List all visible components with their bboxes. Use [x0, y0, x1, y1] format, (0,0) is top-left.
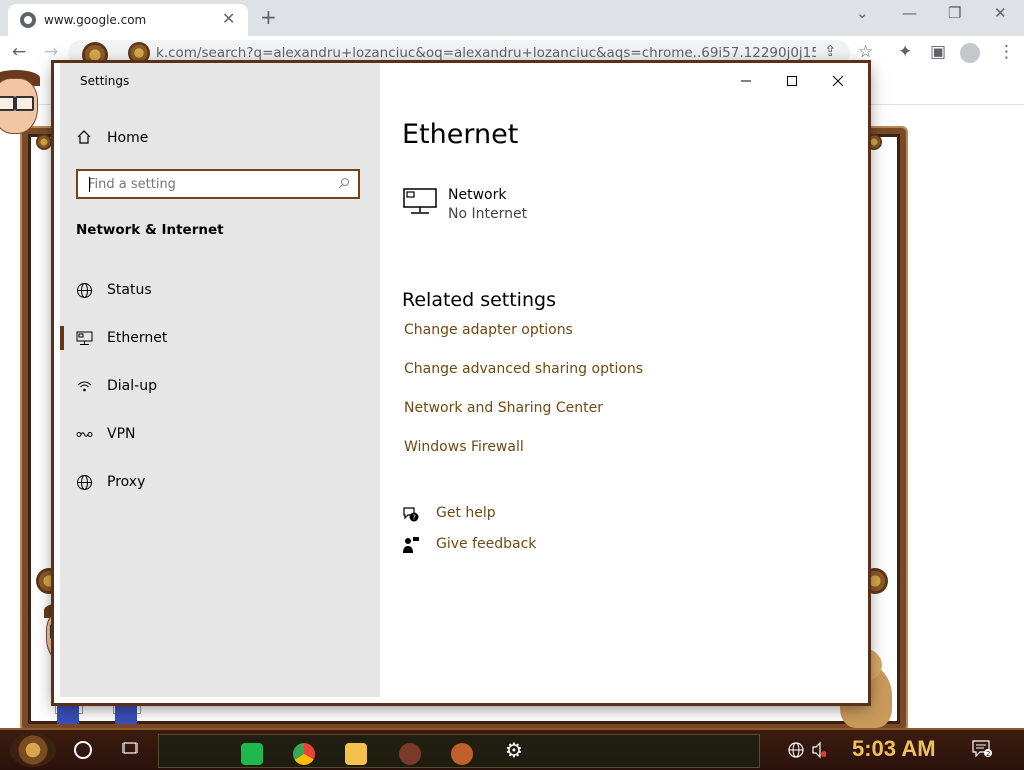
maximize-icon[interactable] — [782, 73, 802, 89]
home-icon — [77, 130, 91, 144]
settings-window: Settings Home Network & Internet Status — [54, 63, 868, 703]
give-feedback-icon — [403, 537, 419, 553]
page-title: Ethernet — [402, 119, 519, 150]
selected-indicator — [60, 326, 64, 350]
nav-item-label: Status — [107, 282, 152, 298]
system-tray[interactable] — [786, 740, 826, 760]
home-nav-item[interactable]: Home — [76, 127, 276, 149]
back-icon[interactable]: ← — [12, 42, 26, 62]
person-app-icon[interactable] — [399, 743, 421, 765]
chrome-icon[interactable] — [293, 743, 315, 765]
close-icon[interactable] — [828, 73, 848, 89]
settings-sidebar: Settings Home Network & Internet Status — [60, 63, 380, 697]
windows-firewall-link[interactable]: Windows Firewall — [404, 439, 524, 455]
squirrel-app-icon[interactable] — [451, 743, 473, 765]
search-input[interactable] — [88, 175, 328, 193]
notification-center-icon[interactable]: 2 — [972, 740, 992, 758]
globe-favicon-icon — [20, 12, 36, 28]
nav-item-label: Proxy — [107, 474, 146, 490]
home-label: Home — [107, 130, 149, 146]
search-icon[interactable] — [338, 177, 350, 189]
globe-icon — [77, 475, 92, 490]
menu-icon[interactable]: ⋮ — [998, 42, 1015, 62]
nav-item-label: Dial-up — [107, 378, 157, 394]
gear-decoration-icon — [866, 134, 882, 150]
nav-item-proxy[interactable]: Proxy — [60, 462, 380, 502]
nav-item-vpn[interactable]: VPN — [60, 414, 380, 454]
browser-minimize-icon[interactable]: — — [902, 4, 917, 22]
file-explorer-icon[interactable] — [345, 743, 367, 765]
globe-status-icon — [77, 283, 92, 298]
change-adapter-options-link[interactable]: Change adapter options — [404, 322, 573, 338]
close-tab-icon[interactable]: ✕ — [222, 9, 235, 28]
text-cursor — [89, 177, 90, 192]
get-help-icon: ? — [403, 507, 419, 522]
give-feedback-label: Give feedback — [436, 536, 537, 552]
notes-app-icon[interactable] — [241, 743, 263, 765]
ethernet-icon — [76, 331, 93, 345]
network-name: Network — [448, 187, 507, 203]
section-title: Network & Internet — [76, 222, 224, 238]
browser-tabstrip: www.google.com ✕ + ⌄ — ❐ ✕ — [0, 0, 1024, 36]
get-help-link[interactable]: ? Get help — [402, 503, 602, 527]
browser-close-icon[interactable]: ✕ — [994, 4, 1007, 22]
star-icon[interactable]: ☆ — [858, 42, 873, 62]
task-view-icon[interactable] — [122, 740, 138, 756]
get-help-label: Get help — [436, 505, 496, 521]
profile-icon[interactable] — [960, 43, 980, 63]
nav-item-ethernet[interactable]: Ethernet — [60, 318, 380, 358]
change-advanced-sharing-link[interactable]: Change advanced sharing options — [404, 361, 643, 377]
settings-gear-icon[interactable]: ⚙ — [505, 738, 527, 762]
sidebar-icon[interactable]: ▣ — [930, 42, 946, 62]
cartoon-character-decoration — [0, 70, 40, 190]
tab-title: www.google.com — [44, 13, 147, 27]
forward-icon[interactable]: → — [44, 42, 58, 62]
taskbar: ⚙ 5:03 AM 2 — [0, 728, 1024, 770]
give-feedback-link[interactable]: Give feedback — [402, 534, 602, 558]
network-status[interactable]: Network No Internet — [402, 185, 702, 229]
nav-item-dialup[interactable]: Dial-up — [60, 366, 380, 406]
network-sharing-center-link[interactable]: Network and Sharing Center — [404, 400, 603, 416]
dialup-icon — [77, 381, 92, 392]
find-setting-search-box[interactable] — [76, 169, 360, 199]
start-button-icon[interactable] — [10, 733, 56, 767]
minimize-icon[interactable] — [736, 73, 756, 89]
share-icon[interactable]: ⇪ — [824, 42, 837, 60]
notification-count: 2 — [986, 750, 990, 758]
taskbar-apps: ⚙ — [158, 734, 760, 768]
window-title: Settings — [80, 74, 130, 88]
tab-search-icon[interactable]: ⌄ — [856, 4, 869, 22]
taskbar-clock[interactable]: 5:03 AM — [852, 736, 936, 762]
address-url: k.com/search?q=alexandru+lozanciuc&oq=al… — [156, 45, 816, 61]
network-status-text: No Internet — [448, 206, 528, 222]
nav-item-label: Ethernet — [107, 330, 168, 346]
settings-content: Ethernet Network No Internet Related set… — [380, 63, 862, 697]
svg-text:?: ? — [412, 514, 416, 522]
new-tab-button[interactable]: + — [260, 5, 277, 29]
nav-item-label: VPN — [107, 426, 136, 442]
browser-restore-icon[interactable]: ❐ — [948, 4, 961, 22]
extensions-icon[interactable]: ✦ — [898, 42, 912, 62]
vpn-icon — [76, 432, 93, 437]
cortana-search-icon[interactable] — [74, 741, 92, 759]
related-settings-heading: Related settings — [402, 289, 556, 311]
nav-item-status[interactable]: Status — [60, 270, 380, 310]
gear-decoration-icon — [128, 42, 150, 64]
browser-tab[interactable]: www.google.com ✕ — [8, 4, 248, 36]
ethernet-network-icon — [403, 188, 437, 214]
